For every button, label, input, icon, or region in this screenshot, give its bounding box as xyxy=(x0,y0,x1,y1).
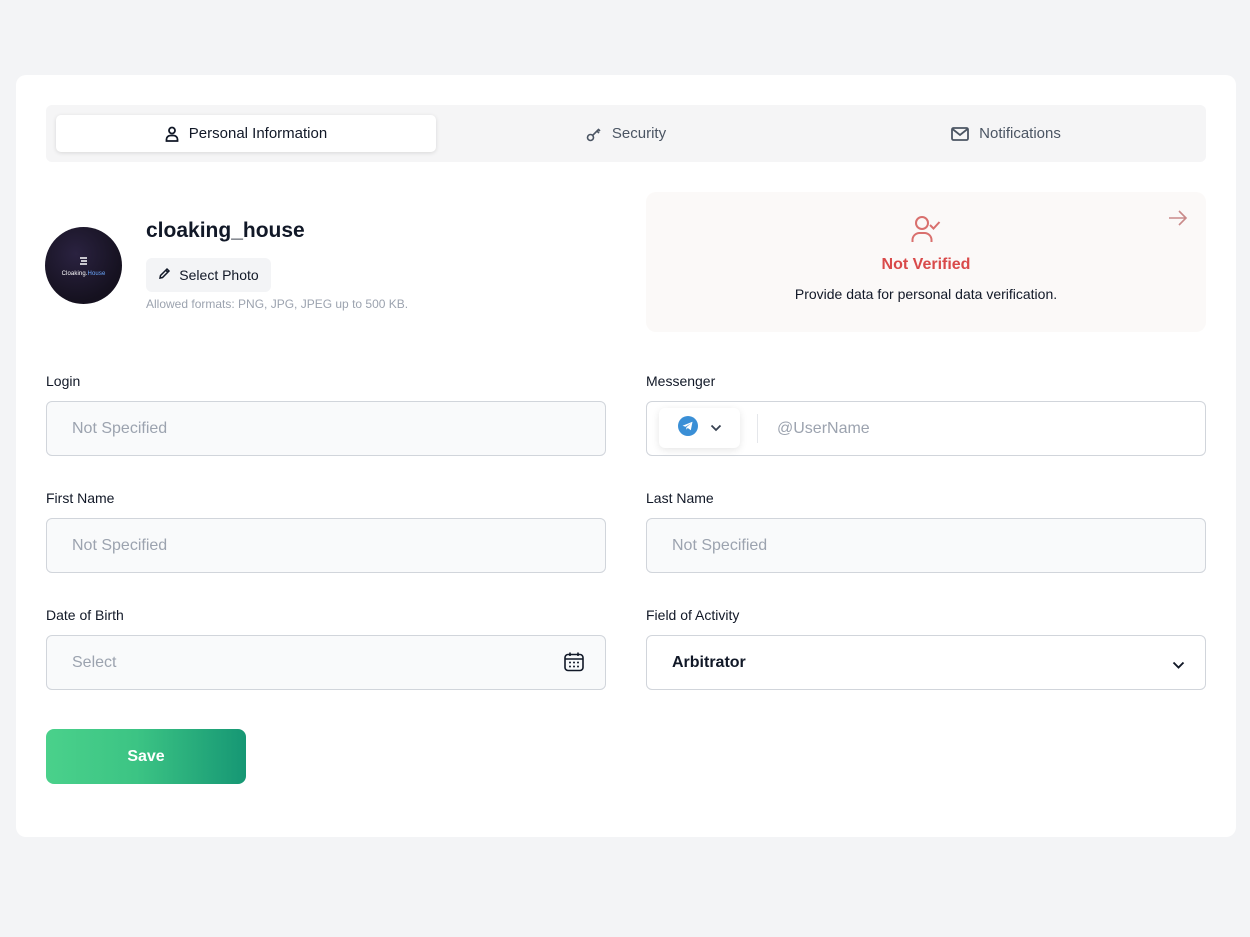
tab-label: Security xyxy=(611,125,667,142)
messenger-field-wrapper xyxy=(646,401,1206,456)
user-check-icon xyxy=(911,215,941,248)
user-icon xyxy=(165,126,179,142)
tab-personal-information[interactable]: Personal Information xyxy=(56,115,436,152)
field-of-activity-value: Arbitrator xyxy=(672,653,746,671)
save-button[interactable]: Save xyxy=(46,729,246,784)
calendar-icon[interactable] xyxy=(563,651,585,678)
verification-description: Provide data for personal data verificat… xyxy=(794,286,1058,302)
key-icon xyxy=(586,126,602,142)
tab-bar: Personal Information Security Notificati… xyxy=(46,105,1206,162)
login-label: Login xyxy=(46,373,81,389)
avatar-logo-text: Cloaking.House xyxy=(61,270,106,277)
field-of-activity-label: Field of Activity xyxy=(646,607,740,623)
messenger-username-input[interactable] xyxy=(777,419,1205,438)
messenger-select[interactable] xyxy=(659,408,740,448)
date-of-birth-input[interactable] xyxy=(72,653,605,672)
login-field-wrapper xyxy=(46,401,606,456)
date-of-birth-field-wrapper xyxy=(46,635,606,690)
login-input[interactable] xyxy=(72,419,605,438)
formats-hint: Allowed formats: PNG, JPG, JPEG up to 50… xyxy=(146,297,409,311)
first-name-label: First Name xyxy=(46,490,115,506)
last-name-input[interactable] xyxy=(672,536,1205,555)
mail-icon xyxy=(951,126,970,141)
arrow-right-icon[interactable] xyxy=(1168,210,1188,231)
last-name-field-wrapper xyxy=(646,518,1206,573)
tab-label: Notifications xyxy=(979,125,1061,142)
field-of-activity-select[interactable]: Arbitrator xyxy=(646,635,1206,690)
tab-label: Personal Information xyxy=(188,125,328,142)
settings-card: Personal Information Security Notificati… xyxy=(16,75,1236,837)
messenger-label: Messenger xyxy=(646,373,716,389)
select-photo-label: Select Photo xyxy=(179,267,259,283)
logo-icon xyxy=(79,256,87,265)
pencil-icon xyxy=(158,267,171,283)
chevron-down-icon xyxy=(1172,657,1185,675)
select-photo-button[interactable]: Select Photo xyxy=(146,258,271,292)
avatar: Cloaking.House xyxy=(45,227,122,304)
first-name-input[interactable] xyxy=(72,536,605,555)
chevron-down-icon xyxy=(710,419,722,437)
date-of-birth-label: Date of Birth xyxy=(46,607,124,623)
last-name-label: Last Name xyxy=(646,490,714,506)
tab-security[interactable]: Security xyxy=(436,115,816,152)
divider xyxy=(757,414,758,443)
first-name-field-wrapper xyxy=(46,518,606,573)
username: cloaking_house xyxy=(146,219,305,242)
verification-panel[interactable]: Not Verified Provide data for personal d… xyxy=(646,192,1206,332)
verification-status: Not Verified xyxy=(881,256,971,273)
tab-notifications[interactable]: Notifications xyxy=(816,115,1196,152)
telegram-icon xyxy=(677,415,698,441)
